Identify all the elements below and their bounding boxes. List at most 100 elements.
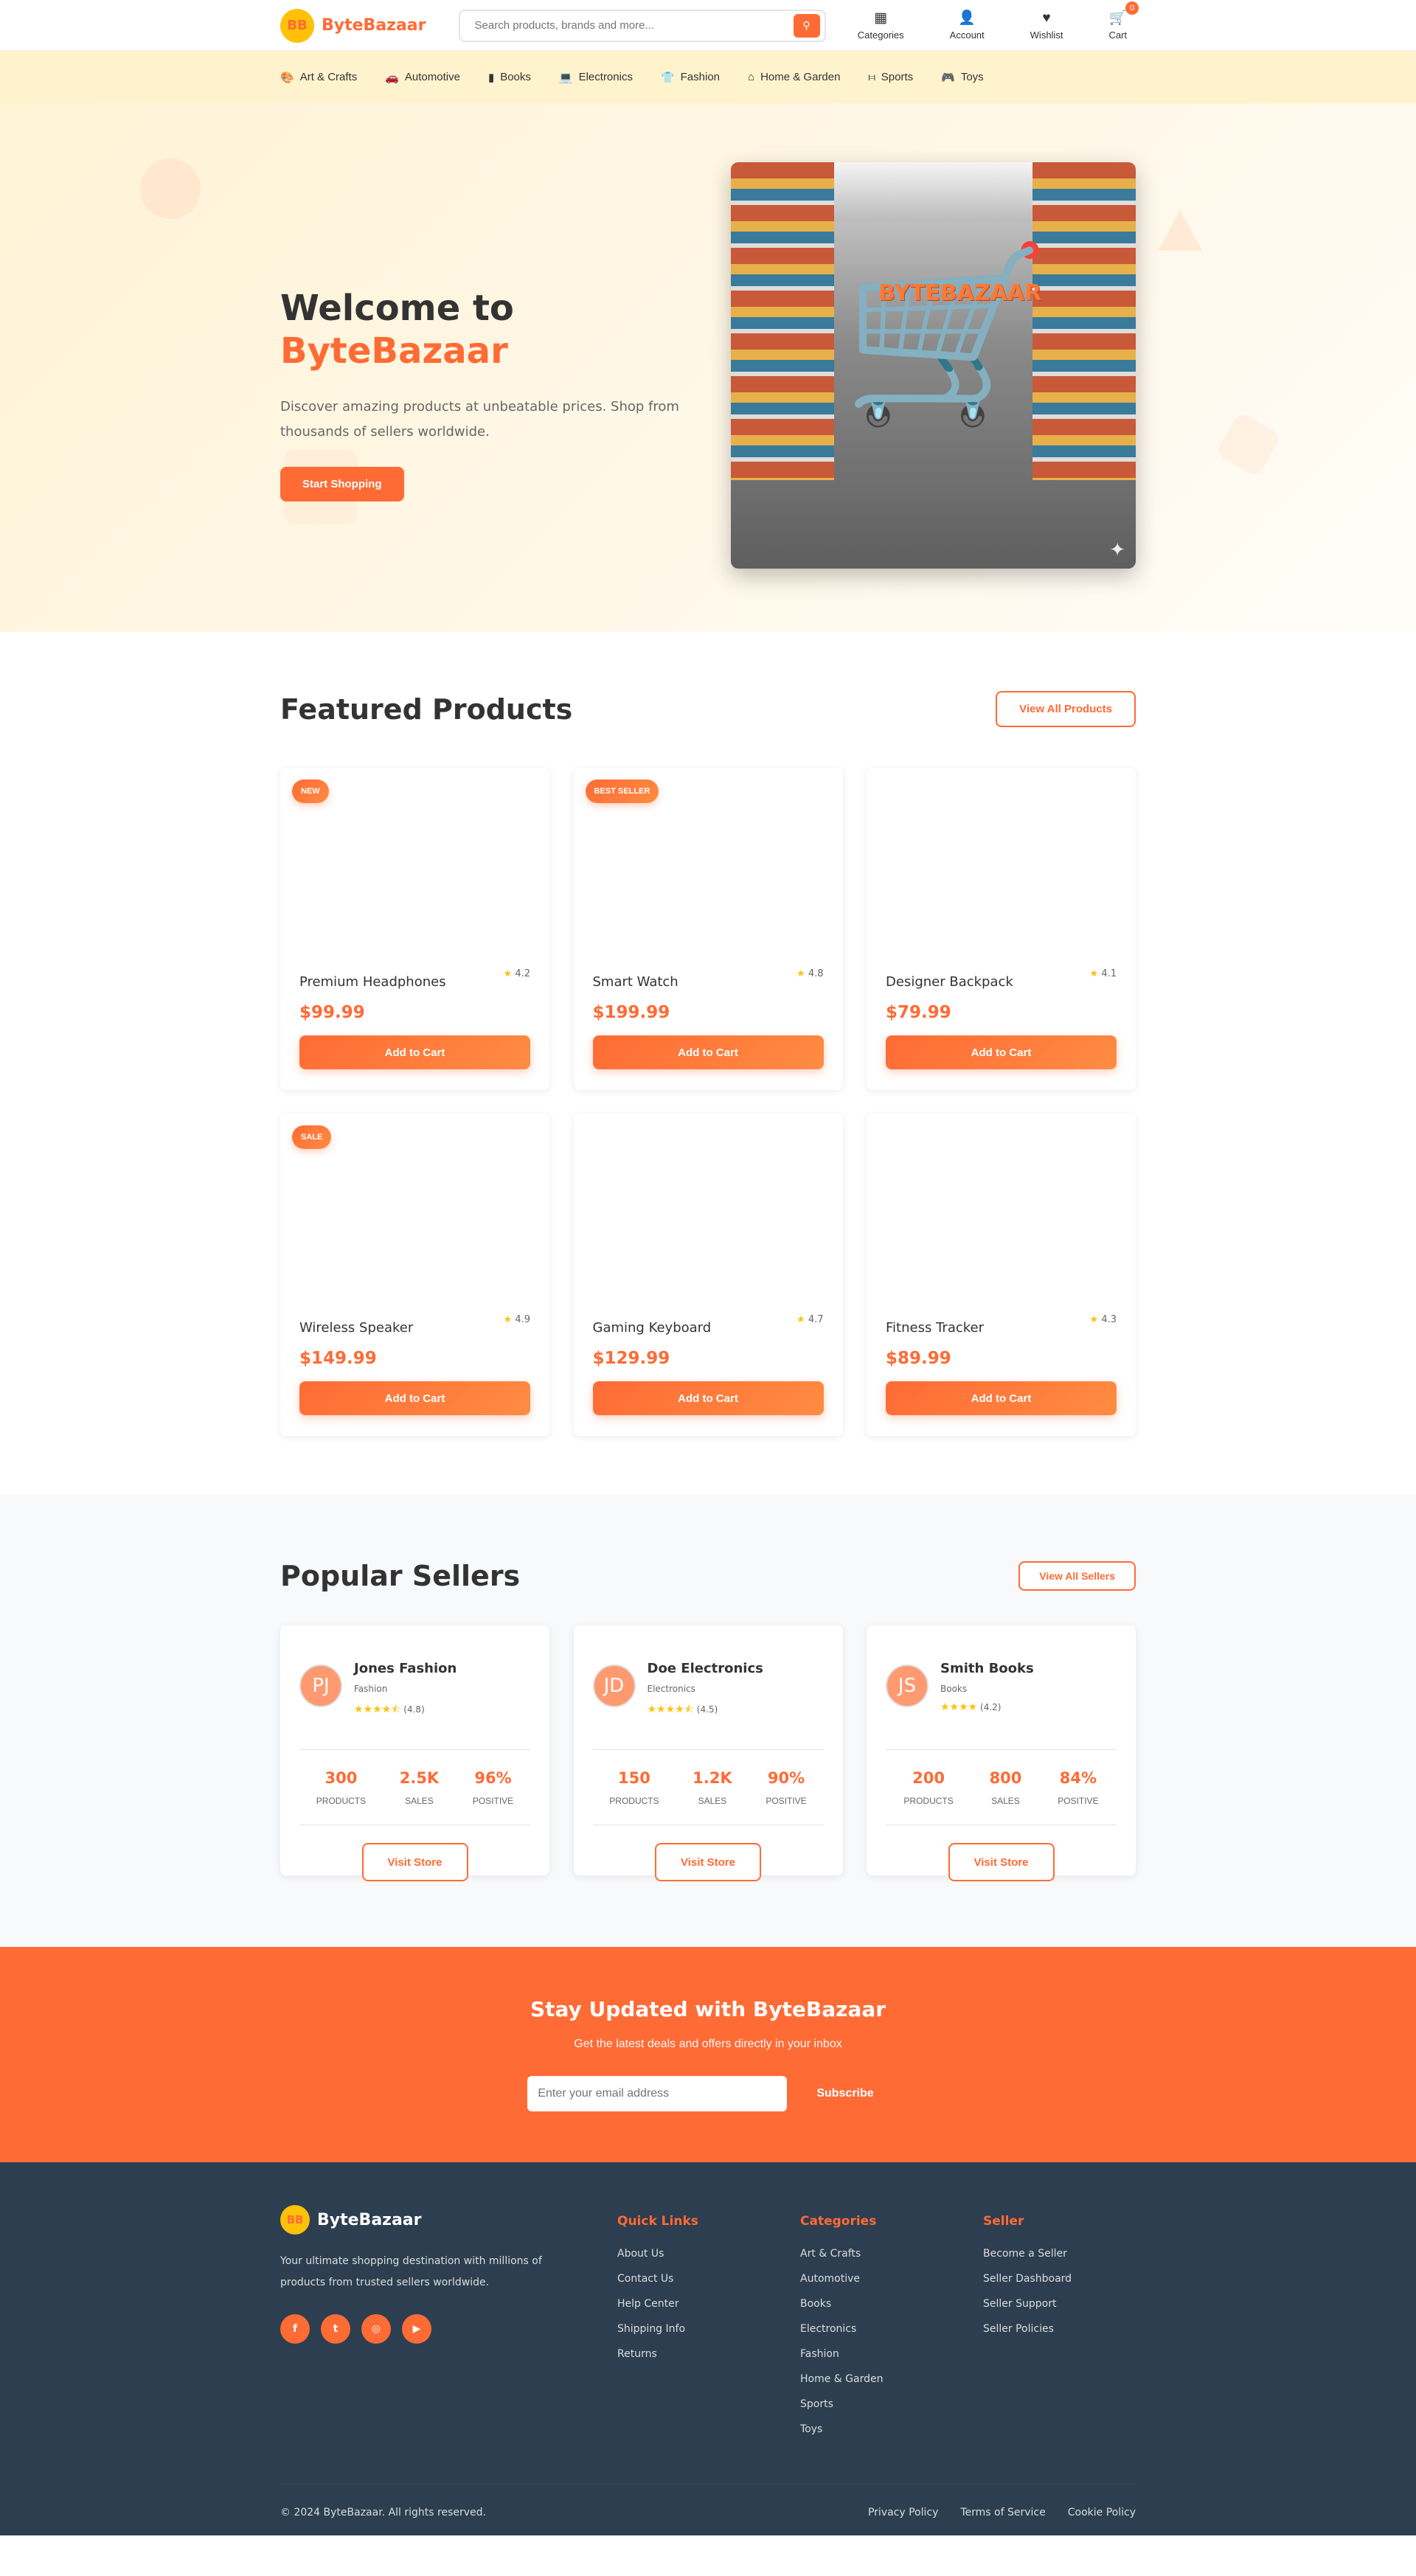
footer-link[interactable]: Art & Crafts xyxy=(800,2248,983,2260)
footer-link[interactable]: Electronics xyxy=(800,2323,983,2335)
search-button[interactable]: ⚲ xyxy=(793,13,820,38)
newsletter: Stay Updated with ByteBazaar Get the lat… xyxy=(0,1947,1416,2162)
product-card[interactable]: Gaming Keyboard ★ 4.7 $129.99 Add to Cart xyxy=(573,1114,843,1436)
product-card[interactable]: SALE Wireless Speaker ★ 4.9 $149.99 Add to C… xyxy=(280,1114,549,1436)
laptop-icon: 💻 xyxy=(558,71,573,84)
view-all-products-button[interactable]: View All Products xyxy=(996,691,1136,727)
product-rating: ★ 4.7 xyxy=(796,1314,823,1325)
header-account-button[interactable]: 👤 Account xyxy=(950,10,985,41)
product-name[interactable]: Fitness Tracker xyxy=(886,1320,984,1336)
category-nav-item[interactable]: ⧦ Sports xyxy=(868,71,913,83)
view-all-sellers-button[interactable]: View All Sellers xyxy=(1018,1561,1136,1591)
featured-products: Featured Products View All Products NEW P… xyxy=(0,632,1416,1495)
hero-image-brand: BYTEBAZAAR xyxy=(878,280,1042,306)
product-card[interactable]: NEW Premium Headphones ★ 4.2 $99.99 Add to C… xyxy=(280,768,549,1090)
seller-card: JS Smith Books Books ★★★★ (4.2) 200 PRODUCTS 8… xyxy=(867,1625,1136,1881)
product-card[interactable]: BEST SELLER Smart Watch ★ 4.8 $199.99 Add to… xyxy=(573,768,843,1090)
popular-sellers: Popular Sellers View All Sellers PJ Jones… xyxy=(0,1495,1416,1947)
start-shopping-button[interactable]: Start Shopping xyxy=(280,467,404,502)
visit-store-button[interactable]: Visit Store xyxy=(655,1843,761,1881)
product-name[interactable]: Designer Backpack xyxy=(886,974,1013,990)
header-categories-button[interactable]: ▦ Categories xyxy=(858,10,904,41)
product-image xyxy=(593,1114,824,1314)
footer-link[interactable]: Seller Policies xyxy=(983,2323,1136,2335)
product-price: $99.99 xyxy=(299,1003,365,1022)
footer-link[interactable]: About Us xyxy=(617,2248,800,2260)
newsletter-subtitle: Get the latest deals and offers directly… xyxy=(574,2038,842,2050)
footer-logo-text: ByteBazaar xyxy=(317,2210,422,2229)
logo[interactable]: BB ByteBazaar xyxy=(280,8,426,43)
seller-avatar: JS xyxy=(886,1664,929,1707)
category-nav-item[interactable]: ▮ Books xyxy=(488,71,531,84)
legal-link[interactable]: Privacy Policy xyxy=(868,2507,938,2518)
car-icon: 🚗 xyxy=(385,71,399,84)
subscribe-button[interactable]: Subscribe xyxy=(802,2087,888,2100)
add-to-cart-button[interactable]: Add to Cart xyxy=(592,1381,824,1415)
rating-value: 4.8 xyxy=(808,968,824,979)
category-nav-item[interactable]: 🎮 Toys xyxy=(941,71,984,84)
add-to-cart-button[interactable]: Add to Cart xyxy=(299,1381,530,1415)
product-card[interactable]: Designer Backpack ★ 4.1 $79.99 Add to Cart xyxy=(867,768,1136,1090)
category-nav-item[interactable]: 💻 Electronics xyxy=(559,71,633,84)
sparkle-icon: ✦ xyxy=(1109,539,1125,561)
category-nav-item[interactable]: 👕 Fashion xyxy=(661,71,720,84)
footer-link[interactable]: Fashion xyxy=(800,2348,983,2360)
logo-text: ByteBazaar xyxy=(322,16,426,35)
footer-link[interactable]: Become a Seller xyxy=(983,2248,1136,2260)
product-name[interactable]: Premium Headphones xyxy=(299,974,446,990)
logo-badge: BB xyxy=(280,8,314,43)
decor-hexagon xyxy=(1215,411,1283,479)
footer-link[interactable]: Toys xyxy=(800,2423,983,2435)
footer-link[interactable]: Home & Garden xyxy=(800,2373,983,2385)
product-price: $89.99 xyxy=(886,1349,951,1368)
legal-link[interactable]: Terms of Service xyxy=(960,2507,1045,2518)
newsletter-title: Stay Updated with ByteBazaar xyxy=(530,1997,886,2021)
footer-link[interactable]: Books xyxy=(800,2298,983,2310)
rating-value: 4.2 xyxy=(515,968,530,979)
rating-value: 4.9 xyxy=(515,1314,530,1325)
product-name[interactable]: Smart Watch xyxy=(593,974,678,990)
seller-avatar: JD xyxy=(592,1664,636,1707)
footer-link[interactable]: Seller Dashboard xyxy=(983,2273,1136,2285)
footer-about: BB ByteBazaar Your ultimate shopping dest… xyxy=(280,2205,617,2448)
rating-value: 4.3 xyxy=(1101,1314,1117,1325)
seller-name[interactable]: Smith Books xyxy=(940,1661,1034,1676)
visit-store-button[interactable]: Visit Store xyxy=(361,1843,468,1881)
seller-name[interactable]: Doe Electronics xyxy=(648,1661,763,1676)
footer: BB ByteBazaar Your ultimate shopping dest… xyxy=(0,2162,1416,2535)
product-card[interactable]: Fitness Tracker ★ 4.3 $89.99 Add to Cart xyxy=(867,1114,1136,1436)
facebook-icon[interactable]: f xyxy=(280,2314,310,2344)
visit-store-button[interactable]: Visit Store xyxy=(948,1843,1055,1881)
add-to-cart-button[interactable]: Add to Cart xyxy=(299,1035,530,1069)
footer-column-title: Seller xyxy=(983,2214,1024,2229)
category-nav-item[interactable]: ⌂ Home & Garden xyxy=(748,71,840,83)
header-cart-button[interactable]: 🛒 Cart 0 xyxy=(1108,1,1139,41)
footer-link[interactable]: Contact Us xyxy=(617,2273,800,2285)
add-to-cart-button[interactable]: Add to Cart xyxy=(592,1035,824,1069)
header-wishlist-button[interactable]: ♥ Wishlist xyxy=(1030,10,1063,41)
legal-link[interactable]: Cookie Policy xyxy=(1068,2507,1136,2518)
category-nav-item[interactable]: 🎨 Art & Crafts xyxy=(280,71,357,84)
seller-rating: ★★★★ (4.2) xyxy=(940,1701,1034,1713)
search-input[interactable] xyxy=(474,19,794,32)
twitter-icon[interactable]: t xyxy=(321,2314,350,2344)
footer-link[interactable]: Seller Support xyxy=(983,2298,1136,2310)
product-name[interactable]: Gaming Keyboard xyxy=(593,1320,712,1336)
seller-name[interactable]: Jones Fashion xyxy=(354,1661,457,1676)
add-to-cart-button[interactable]: Add to Cart xyxy=(886,1381,1117,1415)
product-price: $199.99 xyxy=(592,1003,670,1022)
footer-link[interactable]: Shipping Info xyxy=(617,2323,800,2335)
footer-link[interactable]: Sports xyxy=(800,2398,983,2410)
add-to-cart-button[interactable]: Add to Cart xyxy=(886,1035,1117,1069)
footer-link[interactable]: Returns xyxy=(617,2348,800,2360)
footer-link[interactable]: Help Center xyxy=(617,2298,800,2310)
instagram-icon[interactable]: ◎ xyxy=(361,2314,391,2344)
stat-label: PRODUCTS xyxy=(903,1795,954,1806)
footer-link[interactable]: Automotive xyxy=(800,2273,983,2285)
seller-stat-positive: 96% POSITIVE xyxy=(473,1769,513,1806)
product-name[interactable]: Wireless Speaker xyxy=(299,1320,413,1336)
email-input[interactable] xyxy=(527,2076,788,2111)
header-icon-label: Wishlist xyxy=(1030,29,1063,41)
category-nav-item[interactable]: 🚗 Automotive xyxy=(385,71,460,84)
youtube-icon[interactable]: ▶ xyxy=(402,2314,431,2344)
